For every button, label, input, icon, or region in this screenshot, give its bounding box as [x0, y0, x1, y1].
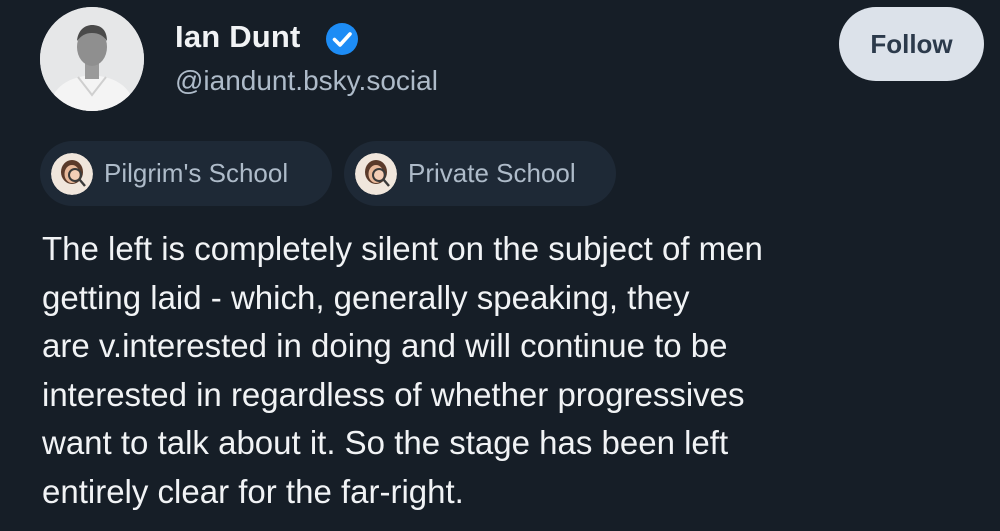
- feed-avatar-icon: [355, 153, 397, 195]
- post-text-line: The left is completely silent on the sub…: [42, 230, 763, 267]
- author-handle[interactable]: @iandunt.bsky.social: [175, 65, 438, 97]
- follow-button[interactable]: Follow: [839, 7, 984, 81]
- feed-chip-label: Pilgrim's School: [104, 158, 289, 188]
- author-avatar[interactable]: [40, 7, 144, 111]
- post-text-line: are v.interested in doing and will conti…: [42, 327, 728, 364]
- feed-chip-label: Private School: [408, 158, 576, 188]
- post-text-line: getting laid - which, generally speaking…: [42, 278, 690, 316]
- avatar-photo: [40, 7, 144, 111]
- feed-avatar-icon: [51, 153, 93, 195]
- author-display-name[interactable]: Ian Dunt: [175, 19, 301, 55]
- post-text-line: interested in regardless of whether prog…: [42, 375, 745, 413]
- post-text-line: want to talk about it. So the stage has …: [42, 424, 729, 461]
- feed-chip-pilgrims-school[interactable]: Pilgrim's School: [40, 141, 332, 206]
- feed-chip-private-school[interactable]: Private School: [344, 141, 616, 206]
- verified-badge-icon: [326, 23, 358, 55]
- post-text-line: entirely clear for the far-right.: [42, 472, 464, 510]
- post-text: The left is completely silent on the sub…: [42, 225, 972, 516]
